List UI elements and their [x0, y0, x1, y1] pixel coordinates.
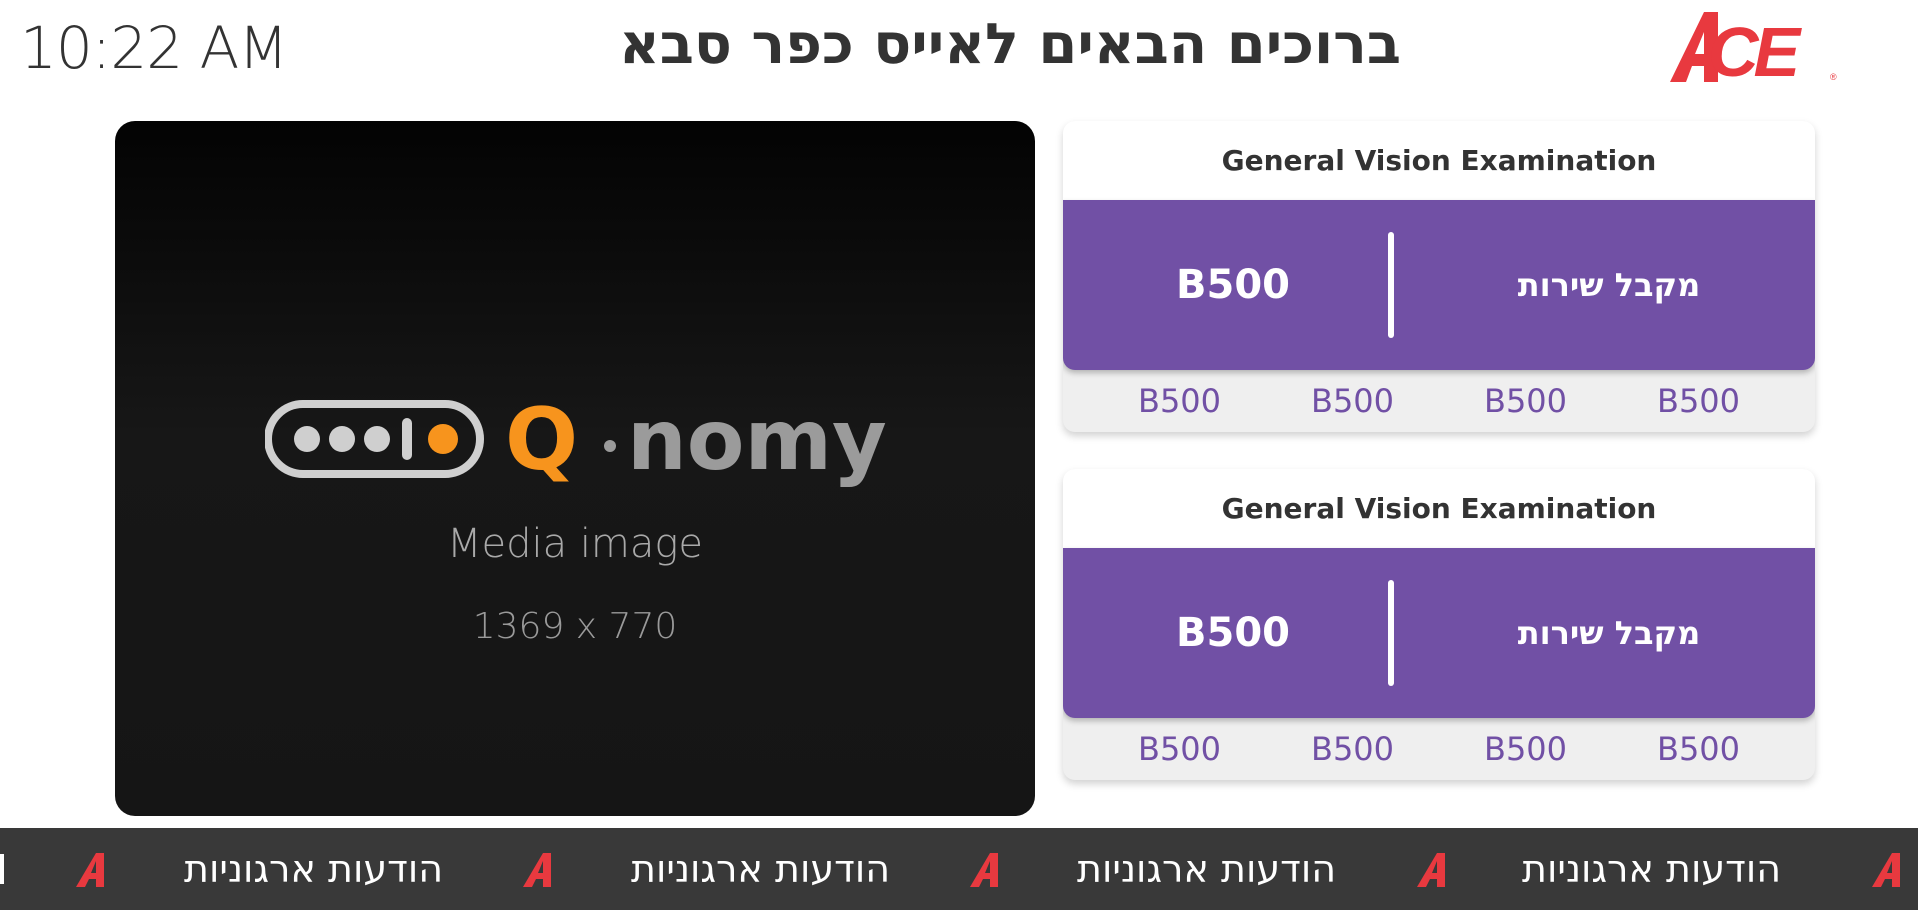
service-card: General Vision Examination B500 מקבל שיר…: [1063, 121, 1815, 432]
queue-list: B500 B500 B500 B500: [1063, 370, 1815, 432]
ace-logo: CE ®: [1670, 8, 1842, 91]
queue-item: B500: [1656, 730, 1741, 768]
queue-item: B500: [1656, 382, 1741, 420]
now-serving-label: מקבל שירות: [1517, 266, 1701, 304]
news-ticker: הודעות ארגוניות הודעות ארגוניות הודעות א…: [0, 828, 1918, 910]
ticker-fragment: [0, 854, 4, 884]
queue-item: B500: [1137, 730, 1222, 768]
ticker-message: הודעות ארגוניות: [1077, 847, 1337, 891]
media-size-text: 1369 x 770: [472, 606, 678, 647]
queue-item: B500: [1310, 382, 1395, 420]
ace-a-icon: [523, 853, 551, 887]
ace-a-icon: [970, 853, 998, 887]
svg-text:Q: Q: [505, 391, 578, 490]
ace-logo-text: CE: [1708, 13, 1803, 86]
queue-item: B500: [1483, 382, 1568, 420]
svg-text:nomy: nomy: [627, 391, 887, 489]
queue-item: B500: [1310, 730, 1395, 768]
qnomy-logo-icon: Q nomy: [265, 391, 887, 490]
media-panel: Q nomy Media image 1369 x 770: [115, 121, 1035, 816]
service-title: General Vision Examination: [1063, 469, 1815, 548]
svg-text:®: ®: [1830, 72, 1837, 82]
media-caption: Media image: [446, 521, 704, 567]
now-serving-label: מקבל שירות: [1517, 614, 1701, 652]
queue-list: B500 B500 B500 B500: [1063, 718, 1815, 780]
band-divider: [1388, 580, 1394, 686]
ticker-message: הודעות ארגוניות: [1522, 847, 1782, 891]
now-serving-band: B500 מקבל שירות: [1063, 200, 1815, 370]
now-serving-number: B500: [1176, 262, 1290, 308]
ace-logo-icon: CE ®: [1670, 12, 1837, 91]
ticker-message: הודעות ארגוניות: [631, 847, 891, 891]
queue-item: B500: [1483, 730, 1568, 768]
now-serving-number: B500: [1176, 610, 1290, 656]
ace-a-icon: [76, 853, 104, 887]
clock: 10:22 AM: [20, 14, 288, 82]
service-title: General Vision Examination: [1063, 121, 1815, 200]
now-serving-band: B500 מקבל שירות: [1063, 548, 1815, 718]
band-divider: [1388, 232, 1394, 338]
ticker-message: הודעות ארגוניות: [184, 847, 444, 891]
ace-a-icon: [1872, 853, 1900, 887]
service-card: General Vision Examination B500 מקבל שיר…: [1063, 469, 1815, 780]
ace-a-icon: [1417, 853, 1445, 887]
page-title: ברוכים הבאים לאייס כפר סבא: [618, 12, 1402, 77]
queue-item: B500: [1137, 382, 1222, 420]
